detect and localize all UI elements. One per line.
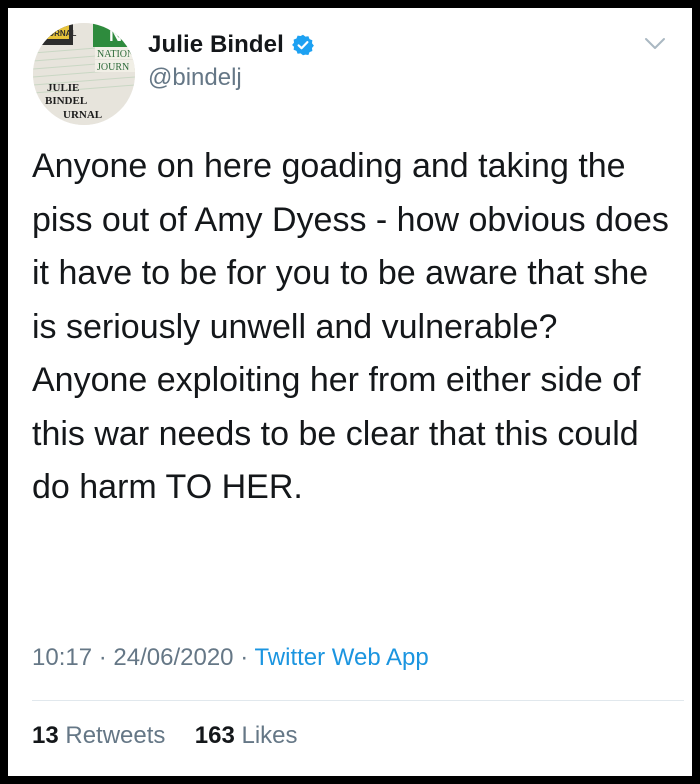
meta-separator: · <box>98 644 107 671</box>
likes-count: 163 <box>194 722 235 749</box>
tweet-time[interactable]: 10:17 <box>32 644 92 671</box>
avatar-badge2-text: JOURN <box>97 62 129 73</box>
name-row: Julie Bindel <box>148 30 314 60</box>
handle[interactable]: @bindelj <box>148 64 314 92</box>
retweets-label: Retweets <box>65 722 166 749</box>
tweet-text: Anyone on here goading and taking the pi… <box>32 147 679 506</box>
tweet-source-link[interactable]: Twitter Web App <box>254 644 428 671</box>
tweet-date[interactable]: 24/06/2020 <box>113 644 233 671</box>
likes-stat[interactable]: 163 Likes <box>188 722 298 749</box>
display-name[interactable]: Julie Bindel <box>148 31 284 59</box>
avatar-badge1-text: NATION <box>97 49 134 60</box>
avatar-corner-text: JOURNAL <box>38 29 77 38</box>
avatar-image: JOURNAL N NATION JOURN JULIE BINDEL URNA… <box>33 23 135 125</box>
author-block[interactable]: Julie Bindel @bindelj <box>148 30 314 92</box>
retweets-stat[interactable]: 13 Retweets <box>32 722 172 749</box>
tweet-stats: 13 Retweets 163 Likes <box>32 722 298 750</box>
divider <box>32 700 684 701</box>
avatar[interactable]: JOURNAL N NATION JOURN JULIE BINDEL URNA… <box>33 23 135 125</box>
chevron-down-icon[interactable] <box>644 36 666 52</box>
avatar-line1-text: JULIE <box>47 82 79 94</box>
verified-badge-icon <box>291 34 314 56</box>
svg-text:N: N <box>109 25 122 45</box>
meta-separator: · <box>240 644 249 671</box>
avatar-line3-text: URNAL <box>63 109 102 121</box>
retweets-count: 13 <box>32 722 59 749</box>
likes-label: Likes <box>241 722 298 749</box>
avatar-line2-text: BINDEL <box>45 95 87 107</box>
tweet-meta: 10:17 · 24/06/2020 · Twitter Web App <box>32 644 429 672</box>
tweet-card: JOURNAL N NATION JOURN JULIE BINDEL URNA… <box>8 8 692 776</box>
